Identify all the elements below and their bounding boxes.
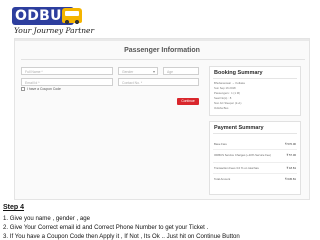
age-input[interactable]: Age (163, 67, 199, 75)
logo-tagline: Your Journey Partner (14, 26, 95, 35)
title-divider (21, 59, 305, 60)
coupon-checkbox[interactable] (21, 87, 25, 91)
payment-row-label: Transaction Fees 3.0 % on total fare (214, 166, 259, 170)
payment-divider (213, 173, 297, 174)
instruction-line: 3. If You have a Coupon Code then Apply … (3, 233, 240, 240)
instruction-line: 1. Give you name , gender , age (3, 215, 91, 222)
booking-summary-title: Booking Summary (214, 70, 263, 76)
booking-bus-type: Non AC Sleeper (2+1) (214, 101, 242, 105)
payment-divider (213, 149, 297, 150)
coupon-checkbox-row[interactable]: I have a Coupon Code (21, 87, 61, 91)
coupon-label: I have a Coupon Code (27, 87, 61, 91)
payment-row-total: Total Amount ₹ 645.81 (214, 177, 298, 185)
booking-passengers: Passengers : 1 (1 M) (214, 91, 240, 95)
booking-summary-card: Booking Summary Bhubaneswar → Kolkata Su… (209, 66, 301, 116)
bus-icon (62, 8, 82, 24)
payment-total-value: ₹ 645.81 (284, 177, 296, 181)
payment-row-label: ODBUS Service Charges (+10% Service Fee) (214, 153, 271, 157)
odbus-logo: ODBUS Your Journey Partner (12, 7, 94, 37)
phone-input[interactable]: Contact No. * (118, 78, 199, 86)
header-strip (15, 39, 309, 41)
payment-total-label: Total Amount (214, 177, 231, 181)
payment-row-label: Base Fare (214, 142, 227, 146)
step-heading: Step 4 (3, 204, 25, 211)
booking-summary-divider (213, 78, 297, 79)
payment-summary-divider (213, 133, 297, 134)
payment-row: ODBUS Service Charges (+10% Service Fee)… (214, 153, 298, 161)
payment-summary-card: Payment Summary Base Fare ₹ 570.00 ODBUS… (209, 121, 301, 195)
payment-row-value: ₹ 570.00 (284, 142, 296, 146)
booking-seat: Seat No(s) : 8 (214, 96, 232, 100)
payment-divider (213, 162, 297, 163)
page-title: Passenger Information (124, 47, 200, 54)
payment-summary-title: Payment Summary (214, 125, 264, 131)
instruction-line: 2. Give Your Correct email id and Correc… (3, 224, 209, 231)
passenger-info-screenshot: Passenger Information Full Name * Gender… (14, 38, 310, 200)
booking-operator: Odisha Bus (214, 106, 229, 110)
continue-button[interactable]: Continue (177, 98, 199, 105)
email-input[interactable]: Email Id * (21, 78, 113, 86)
gender-select[interactable]: Gender (118, 67, 158, 75)
payment-row-value: ₹ 18.81 (286, 166, 296, 170)
booking-date: Sun Sep 16 2018 (214, 86, 236, 90)
payment-row-value: ₹ 57.00 (286, 153, 296, 157)
full-name-input[interactable]: Full Name * (21, 67, 113, 75)
booking-route: Bhubaneswar → Kolkata (214, 81, 245, 85)
